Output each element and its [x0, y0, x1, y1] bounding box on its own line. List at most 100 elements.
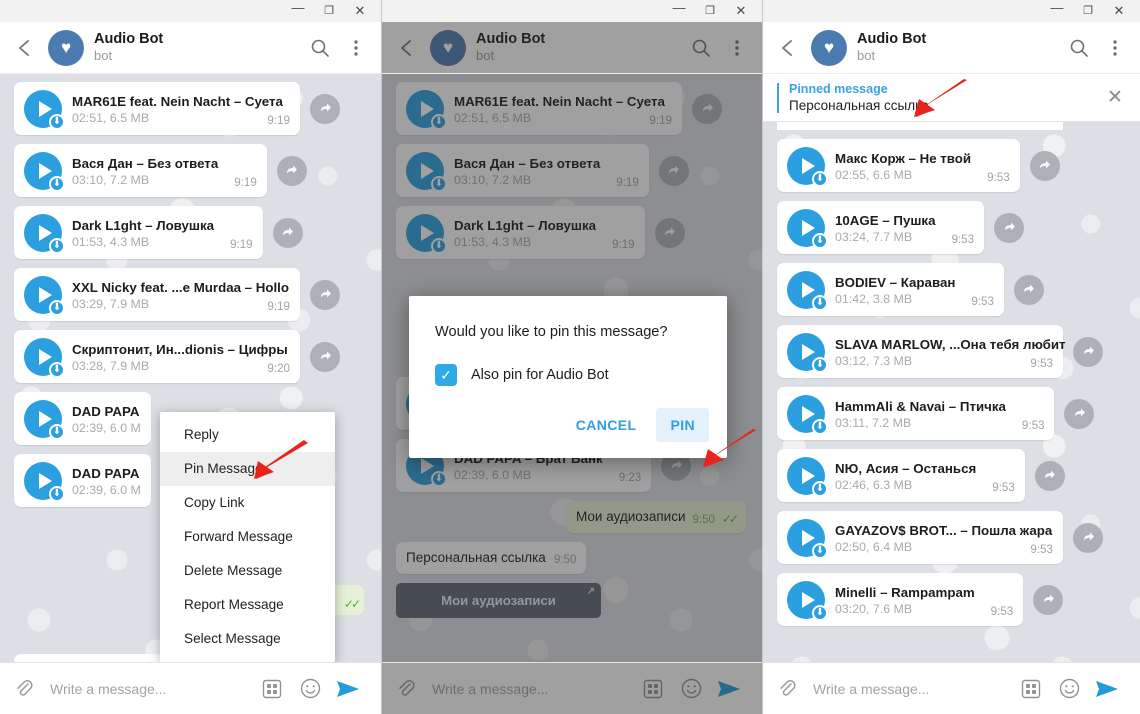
paperclip-icon[interactable]	[14, 679, 42, 699]
forward-icon[interactable]	[994, 212, 1025, 243]
message-input[interactable]: Write a message...	[42, 681, 253, 697]
play-icon[interactable]: ⬇	[787, 395, 828, 435]
audio-bubble[interactable]: ⬇ HammAli & Navai – Птичка 03:11, 7.2 MB…	[777, 387, 1055, 440]
play-icon[interactable]: ⬇	[24, 90, 65, 130]
audio-bubble-partial[interactable]	[777, 122, 1063, 130]
play-icon[interactable]: ⬇	[24, 276, 65, 316]
close-icon[interactable]: ✕	[1102, 85, 1128, 111]
cancel-button[interactable]: CANCEL	[562, 408, 651, 442]
play-icon[interactable]: ⬇	[24, 338, 65, 378]
forward-icon[interactable]	[310, 93, 340, 124]
close-button[interactable]: ✕	[734, 4, 748, 18]
bot-keyboard-icon[interactable]	[1012, 679, 1050, 699]
maximize-button[interactable]: ❐	[322, 4, 336, 18]
audio-bubble[interactable]: ⬇ MAR61E feat. Nein Nacht – Суета 02:51,…	[14, 82, 300, 135]
link-bubble[interactable]: Персональная ссылк	[14, 654, 167, 662]
message-row[interactable]: ⬇ MAR61E feat. Nein Nacht – Суета 02:51,…	[0, 82, 381, 135]
audio-bubble[interactable]: ⬇ DAD PAPA 02:39, 6.0 M	[14, 454, 151, 507]
message-context-menu[interactable]: Reply Pin Message Copy Link Forward Mess…	[160, 412, 335, 662]
back-arrow-icon[interactable]	[775, 35, 801, 61]
audio-bubble[interactable]: ⬇ DAD PAPA 02:39, 6.0 M	[14, 392, 151, 445]
message-row[interactable]: ⬇ Скриптонит, Ин...dionis – Цифры 03:28,…	[0, 330, 381, 383]
play-icon[interactable]: ⬇	[787, 271, 828, 311]
pin-button[interactable]: PIN	[656, 408, 709, 442]
forward-icon[interactable]	[1073, 336, 1103, 367]
in-message-bubble[interactable]: Персональная ссылк	[14, 654, 167, 662]
context-menu-item-select-message[interactable]: Select Message	[160, 622, 335, 656]
audio-bubble[interactable]: ⬇ Minelli – Rampampam 03:20, 7.6 MB 9:53	[777, 573, 1024, 626]
forward-icon[interactable]	[1029, 150, 1060, 181]
play-icon[interactable]: ⬇	[787, 581, 828, 621]
forward-icon[interactable]	[276, 155, 307, 186]
checkbox-also-pin[interactable]: ✓	[435, 364, 457, 386]
minimize-button[interactable]: —	[291, 1, 305, 18]
message-row[interactable]: ⬇ GAYAZOV$ BROT... – Пошла жара 02:50, 6…	[763, 511, 1140, 564]
play-icon[interactable]: ⬇	[24, 462, 65, 502]
message-row[interactable]: ⬇ NЮ, Асия – Останься 02:46, 6.3 MB 9:53	[763, 449, 1140, 502]
forward-icon[interactable]	[272, 217, 303, 248]
forward-icon[interactable]	[1073, 522, 1103, 553]
search-icon[interactable]	[1066, 35, 1092, 61]
message-input[interactable]: Write a message...	[805, 681, 1012, 697]
play-icon[interactable]: ⬇	[24, 400, 65, 440]
search-icon[interactable]	[307, 35, 333, 61]
smiley-icon[interactable]	[291, 678, 329, 699]
context-menu-item-reply[interactable]: Reply	[160, 418, 335, 452]
audio-bubble[interactable]: ⬇ NЮ, Асия – Останься 02:46, 6.3 MB 9:53	[777, 449, 1025, 502]
context-menu-item-delete-message[interactable]: Delete Message	[160, 554, 335, 588]
message-row[interactable]: ⬇ Макс Корж – Не твой 02:55, 6.6 MB 9:53	[763, 139, 1140, 192]
more-vertical-icon[interactable]	[1102, 35, 1128, 61]
audio-bubble[interactable]: ⬇ 10AGE – Пушка 03:24, 7.7 MB 9:53	[777, 201, 985, 254]
play-icon[interactable]: ⬇	[24, 152, 65, 192]
message-row[interactable]: ⬇ XXL Nicky feat. ...e Murdaa – Hollo 03…	[0, 268, 381, 321]
audio-bubble[interactable]: ⬇ Вася Дан – Без ответа 03:10, 7.2 MB 9:…	[14, 144, 267, 197]
close-button[interactable]: ✕	[1112, 4, 1126, 18]
play-icon[interactable]: ⬇	[787, 519, 828, 559]
play-icon[interactable]: ⬇	[24, 214, 65, 254]
context-menu-item-copy-link[interactable]: Copy Link	[160, 486, 335, 520]
message-row[interactable]: ⬇ Вася Дан – Без ответа 03:10, 7.2 MB 9:…	[0, 144, 381, 197]
audio-bubble[interactable]: ⬇ XXL Nicky feat. ...e Murdaa – Hollo 03…	[14, 268, 300, 321]
forward-icon[interactable]	[1033, 584, 1064, 615]
message-row[interactable]: ⬇ 10AGE – Пушка 03:24, 7.7 MB 9:53	[763, 201, 1140, 254]
forward-icon[interactable]	[1013, 274, 1044, 305]
forward-icon[interactable]	[310, 279, 340, 310]
pinned-message-bar[interactable]: Pinned message Персональная ссылка ✕	[763, 74, 1140, 122]
audio-bubble[interactable]: ⬇ Макс Корж – Не твой 02:55, 6.6 MB 9:53	[777, 139, 1020, 192]
chat-title-block[interactable]: Audio Bot bot	[857, 31, 1056, 64]
forward-icon[interactable]	[1064, 398, 1095, 429]
audio-bubble[interactable]: ⬇ BODIEV – Караван 01:42, 3.8 MB 9:53	[777, 263, 1004, 316]
audio-bubble[interactable]: ⬇ GAYAZOV$ BROT... – Пошла жара 02:50, 6…	[777, 511, 1063, 564]
smiley-icon[interactable]	[1050, 678, 1088, 699]
avatar[interactable]: ♥	[48, 29, 84, 66]
audio-bubble[interactable]: ⬇ SLAVA MARLOW, ...Она тебя любит 03:12,…	[777, 325, 1066, 378]
maximize-button[interactable]: ❐	[703, 4, 717, 18]
chat-title-block[interactable]: Audio Bot bot	[94, 31, 297, 64]
audio-bubble[interactable]: ⬇ Скриптонит, Ин...dionis – Цифры 03:28,…	[14, 330, 300, 383]
play-icon[interactable]: ⬇	[787, 147, 828, 187]
context-menu-item-pin-message[interactable]: Pin Message	[160, 452, 335, 486]
play-icon[interactable]: ⬇	[787, 457, 828, 497]
avatar[interactable]: ♥	[811, 29, 847, 66]
forward-icon[interactable]	[310, 341, 340, 372]
back-arrow-icon[interactable]	[12, 35, 38, 61]
minimize-button[interactable]: —	[1050, 1, 1064, 18]
paperclip-icon[interactable]	[777, 679, 805, 699]
message-row[interactable]: ⬇ BODIEV – Караван 01:42, 3.8 MB 9:53	[763, 263, 1140, 316]
forward-icon[interactable]	[1034, 460, 1065, 491]
send-icon[interactable]	[1088, 678, 1126, 700]
minimize-button[interactable]: —	[672, 1, 686, 18]
play-icon[interactable]: ⬇	[787, 333, 828, 373]
close-button[interactable]: ✕	[353, 4, 367, 18]
maximize-button[interactable]: ❐	[1081, 4, 1095, 18]
message-row[interactable]: ⬇ Minelli – Rampampam 03:20, 7.6 MB 9:53	[763, 573, 1140, 626]
audio-bubble[interactable]: ⬇ Dark L1ght – Ловушка 01:53, 4.3 MB 9:1…	[14, 206, 263, 259]
message-row[interactable]: ⬇ HammAli & Navai – Птичка 03:11, 7.2 MB…	[763, 387, 1140, 440]
message-row[interactable]: ⬇ SLAVA MARLOW, ...Она тебя любит 03:12,…	[763, 325, 1140, 378]
message-row-partial[interactable]	[763, 122, 1140, 130]
context-menu-item-report-message[interactable]: Report Message	[160, 588, 335, 622]
play-icon[interactable]: ⬇	[787, 209, 828, 249]
bot-keyboard-icon[interactable]	[253, 679, 291, 699]
message-row[interactable]: ⬇ Dark L1ght – Ловушка 01:53, 4.3 MB 9:1…	[0, 206, 381, 259]
more-vertical-icon[interactable]	[343, 35, 369, 61]
